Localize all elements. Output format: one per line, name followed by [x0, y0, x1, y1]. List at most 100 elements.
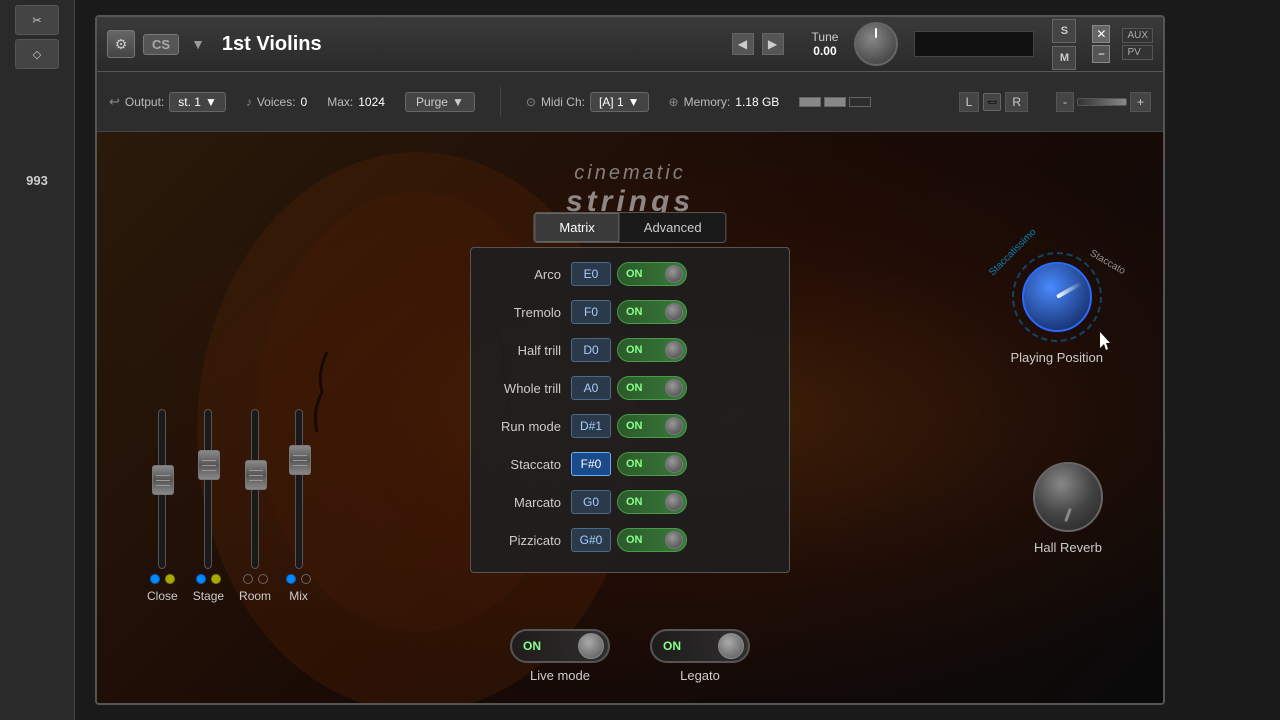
tune-display: [914, 31, 1034, 57]
voices-label: Voices:: [257, 95, 296, 109]
hall-reverb-section: Hall Reverb: [1033, 462, 1103, 555]
matrix-key-7[interactable]: G#0: [571, 528, 611, 552]
toggle-circle-3: [665, 379, 683, 397]
tab-advanced[interactable]: Advanced: [620, 213, 726, 242]
logo-line1: cinematic: [566, 162, 694, 185]
live-mode-on-label: ON: [515, 639, 541, 653]
mem-bar-2: [824, 97, 846, 107]
matrix-key-5[interactable]: F#0: [571, 452, 611, 476]
r-button[interactable]: R: [1005, 92, 1028, 112]
fader-track-2[interactable]: [251, 409, 259, 569]
matrix-toggle-1[interactable]: ON: [617, 300, 687, 324]
mem-bar-3: [849, 97, 871, 107]
vol-controls: - +: [1056, 92, 1151, 112]
fader-group-room: Room: [239, 409, 271, 603]
pv-tag: PV: [1122, 45, 1153, 60]
matrix-key-4[interactable]: D#1: [571, 414, 611, 438]
m-button[interactable]: M: [1052, 46, 1076, 70]
main-content: cinematic strings Matrix Advanced ArcoE0…: [97, 132, 1163, 703]
max-section: Max: 1024: [327, 95, 385, 109]
fader-handle-1[interactable]: [198, 450, 220, 480]
legato-circle: [718, 633, 744, 659]
settings-icon[interactable]: ⚙: [107, 30, 135, 58]
fader-dots-3: [286, 574, 311, 584]
matrix-key-2[interactable]: D0: [571, 338, 611, 362]
memory-value: 1.18 GB: [735, 95, 779, 109]
toggle-circle-1: [665, 303, 683, 321]
matrix-row-5: StaccatoF#0ON: [481, 448, 779, 480]
matrix-key-0[interactable]: E0: [571, 262, 611, 286]
sidebar-number: 993: [26, 173, 48, 188]
matrix-row-4: Run modeD#1ON: [481, 410, 779, 442]
matrix-row-2: Half trillD0ON: [481, 334, 779, 366]
tune-label: Tune: [812, 30, 839, 44]
dot2-3: [301, 574, 311, 584]
matrix-toggle-5[interactable]: ON: [617, 452, 687, 476]
aux-tag: AUX: [1122, 28, 1153, 43]
tune-value: 0.00: [813, 44, 836, 58]
matrix-toggle-0[interactable]: ON: [617, 262, 687, 286]
fader-group-close: Close: [147, 409, 178, 603]
output-dropdown[interactable]: st. 1 ▼: [169, 92, 226, 112]
live-mode-label: Live mode: [530, 668, 590, 683]
matrix-toggle-3[interactable]: ON: [617, 376, 687, 400]
close-window-btn[interactable]: ✕: [1092, 25, 1110, 43]
max-label: Max:: [327, 95, 353, 109]
fader-label-1: Stage: [193, 589, 224, 603]
volume-slider[interactable]: [1077, 98, 1127, 106]
fader-group-stage: Stage: [193, 409, 224, 603]
matrix-key-3[interactable]: A0: [571, 376, 611, 400]
lr-controls: L ⇔ R: [959, 92, 1028, 112]
live-mode-circle: [578, 633, 604, 659]
fader-handle-3[interactable]: [289, 445, 311, 475]
purge-button[interactable]: Purge ▼: [405, 92, 475, 112]
fader-track-3[interactable]: [295, 409, 303, 569]
lr-icon[interactable]: ⇔: [983, 93, 1001, 111]
fader-track-1[interactable]: [204, 409, 212, 569]
playing-position-knob[interactable]: Staccatissimo Staccato: [1012, 252, 1102, 342]
output-icon: ↩: [109, 94, 120, 110]
midi-label: Midi Ch:: [541, 95, 585, 109]
live-mode-button[interactable]: ON: [510, 629, 610, 663]
matrix-key-1[interactable]: F0: [571, 300, 611, 324]
matrix-toggle-7[interactable]: ON: [617, 528, 687, 552]
sidebar-tool-btn[interactable]: ✂: [15, 5, 59, 35]
window-controls: ✕ −: [1092, 25, 1110, 63]
minimize-btn[interactable]: −: [1092, 45, 1110, 63]
tune-section: Tune 0.00: [812, 30, 839, 58]
fader-dots-1: [196, 574, 221, 584]
logo: cinematic strings: [566, 162, 694, 219]
aux-pv-group: AUX PV: [1122, 28, 1153, 60]
l-button[interactable]: L: [959, 92, 980, 112]
info-bar: ↩ Output: st. 1 ▼ ♪ Voices: 0 Max: 1024 …: [97, 72, 1163, 132]
matrix-toggle-6[interactable]: ON: [617, 490, 687, 514]
matrix-panel: ArcoE0ONTremoloF0ONHalf trillD0ONWhole t…: [470, 247, 790, 573]
cs-logo: CS: [143, 34, 179, 55]
fader-group-mix: Mix: [286, 409, 311, 603]
prev-instrument-btn[interactable]: ◀: [732, 33, 754, 55]
tab-matrix[interactable]: Matrix: [534, 213, 619, 242]
dot1-2: [243, 574, 253, 584]
matrix-key-6[interactable]: G0: [571, 490, 611, 514]
max-value: 1024: [358, 95, 385, 109]
matrix-label-2: Half trill: [481, 343, 571, 358]
plus-button[interactable]: +: [1130, 92, 1151, 112]
matrix-toggle-4[interactable]: ON: [617, 414, 687, 438]
voices-value: 0: [301, 95, 308, 109]
fader-dots-2: [243, 574, 268, 584]
tune-knob[interactable]: [854, 22, 898, 66]
fader-handle-0[interactable]: [152, 465, 174, 495]
midi-dropdown[interactable]: [A] 1 ▼: [590, 92, 649, 112]
fader-handle-2[interactable]: [245, 460, 267, 490]
pp-inner-knob[interactable]: [1022, 262, 1092, 332]
legato-button[interactable]: ON: [650, 629, 750, 663]
sidebar-tool-btn2[interactable]: ◇: [15, 39, 59, 69]
minus-button[interactable]: -: [1056, 92, 1074, 112]
hall-reverb-knob[interactable]: [1033, 462, 1103, 532]
next-instrument-btn[interactable]: ▶: [762, 33, 784, 55]
midi-icon: ⊙: [526, 95, 536, 109]
matrix-toggle-2[interactable]: ON: [617, 338, 687, 362]
fader-track-0[interactable]: [158, 409, 166, 569]
legato-on-label: ON: [655, 639, 681, 653]
s-button[interactable]: S: [1052, 19, 1076, 43]
